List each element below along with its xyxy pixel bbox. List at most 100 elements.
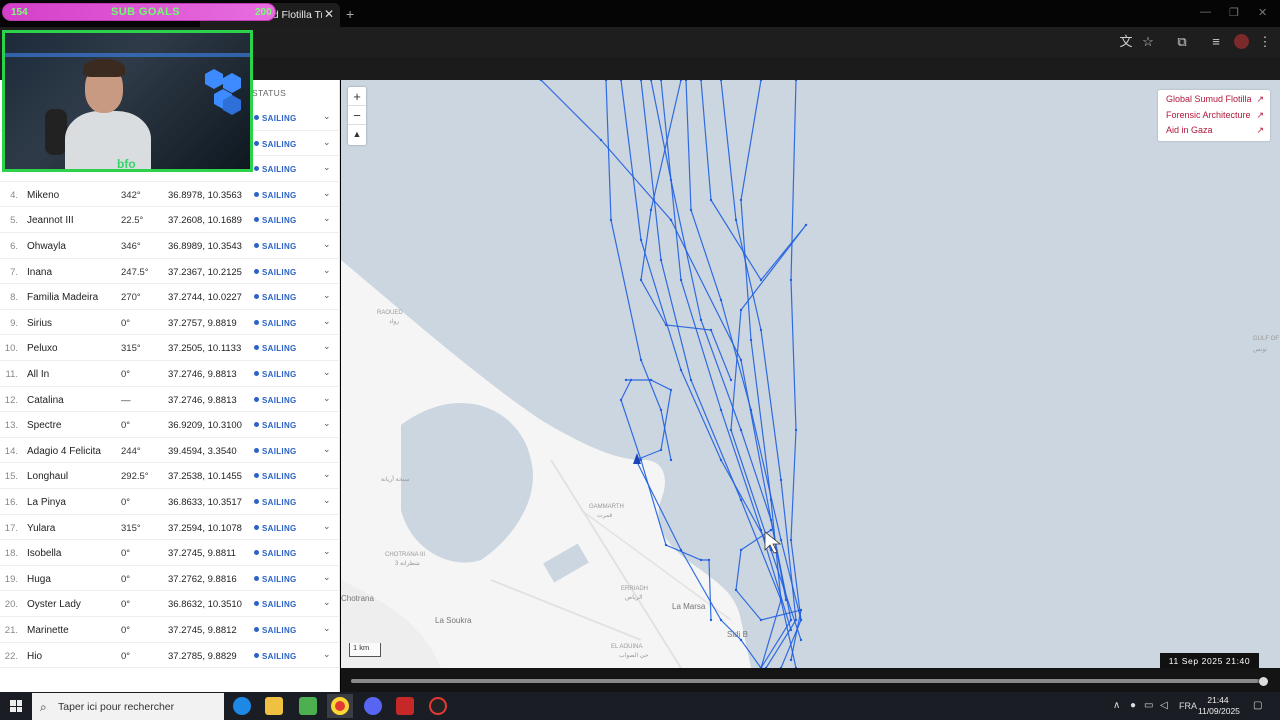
vessel-track [740, 80, 782, 668]
translate-icon[interactable]: 文 [1118, 34, 1134, 50]
chevron-down-icon[interactable]: ⌄ [323, 469, 331, 480]
external-links: Global Sumud Flotilla ↗ Forensic Architec… [1158, 90, 1270, 141]
chevron-down-icon[interactable]: ⌄ [323, 521, 331, 532]
track-point [784, 598, 788, 602]
place-la-marsa: La Marsa [672, 602, 706, 611]
chrome-icon[interactable] [331, 697, 349, 715]
restore-button[interactable]: ❐ [1229, 6, 1239, 19]
minimize-button[interactable]: — [1200, 6, 1211, 18]
chevron-down-icon[interactable]: ⌄ [323, 111, 331, 122]
vessel-row[interactable]: 7. Inana 247.5° 37.2367, 10.2125 SAILING ⌄ [0, 259, 340, 285]
map-view[interactable]: + − ▲ Global Sumud Flotilla ↗ Forensic Ar… [341, 80, 1280, 668]
chevron-down-icon[interactable]: ⌄ [323, 572, 331, 583]
zoom-in-button[interactable]: + [348, 87, 366, 106]
zoom-out-button[interactable]: − [348, 106, 366, 125]
vessel-name: Inana [27, 266, 53, 278]
menu-kebab-icon[interactable]: ⋮ [1257, 34, 1273, 50]
row-number: 19. [4, 573, 18, 585]
chevron-down-icon[interactable]: ⌄ [323, 162, 331, 173]
vessel-row[interactable]: 6. Ohwayla 346° 36.8989, 10.3543 SAILING ⌄ [0, 233, 340, 259]
chevron-down-icon[interactable]: ⌄ [323, 137, 331, 148]
chevron-down-icon[interactable]: ⌄ [323, 546, 331, 557]
chevron-down-icon[interactable]: ⌄ [323, 265, 331, 276]
vessel-row[interactable]: 17. Yulara 315° 37.2594, 10.1078 SAILING ⌄ [0, 515, 340, 541]
vessel-row[interactable]: 19. Huga 0° 37.2762, 9.8816 SAILING ⌄ [0, 566, 340, 592]
vessel-name: Familia Madeira [27, 292, 99, 304]
profile-avatar[interactable] [1234, 34, 1249, 49]
chevron-down-icon[interactable]: ⌄ [323, 623, 331, 634]
discord-icon[interactable] [364, 697, 382, 715]
track-point [779, 538, 783, 542]
taskbar-search[interactable]: ⌕ Taper ici pour rechercher [32, 693, 224, 720]
window-close-button[interactable]: ✕ [1258, 6, 1267, 19]
vessel-name: Oyster Lady [27, 599, 81, 611]
chevron-down-icon[interactable]: ⌄ [323, 418, 331, 429]
clock-date: 11/09/2025 [1198, 706, 1240, 716]
place-el-aouina-ar: حي الصواب [619, 653, 649, 659]
network-icon[interactable]: ▭ [1144, 700, 1153, 711]
volume-icon[interactable]: ◁ [1160, 700, 1168, 711]
edge-icon[interactable] [233, 697, 251, 715]
track-point [719, 408, 723, 412]
windows-start-icon[interactable] [10, 700, 22, 712]
tab-close-icon[interactable]: ✕ [324, 7, 334, 21]
status-badge: SAILING [254, 652, 297, 661]
track-point [699, 558, 703, 562]
vessel-row[interactable]: 18. Isobella 0° 37.2745, 9.8811 SAILING ⌄ [0, 540, 340, 566]
chevron-down-icon[interactable]: ⌄ [323, 367, 331, 378]
vessel-row[interactable]: 21. Marinette 0° 37.2745, 9.8812 SAILING ⌄ [0, 617, 340, 643]
chevron-down-icon[interactable]: ⌄ [323, 316, 331, 327]
chevron-down-icon[interactable]: ⌄ [323, 495, 331, 506]
chevron-down-icon[interactable]: ⌄ [323, 393, 331, 404]
vessel-row[interactable]: 20. Oyster Lady 0° 36.8632, 10.3510 SAILING ⌄ [0, 591, 340, 617]
vessel-row[interactable]: 5. Jeannot III 22.5° 37.2608, 10.1689 SAILIN… [0, 207, 340, 233]
streaming-app-icon[interactable] [396, 697, 414, 715]
vessel-row[interactable]: 12. Catalina — 37.2746, 9.8813 SAILING ⌄ [0, 387, 340, 413]
vessel-name: Yulara [27, 522, 56, 534]
track-point [749, 338, 753, 342]
bookmark-star-icon[interactable]: ☆ [1140, 34, 1156, 50]
link-aid-in-gaza[interactable]: Aid in Gaza ↗ [1158, 123, 1270, 139]
extensions-icon[interactable]: ⧉ [1174, 34, 1190, 50]
vessel-row[interactable]: 8. Familia Madeira 270° 37.2744, 10.0227 SAI… [0, 284, 340, 310]
row-number: 10. [4, 343, 18, 355]
media-control-icon[interactable]: ≡ [1208, 34, 1224, 50]
compass-reset-icon[interactable]: ▲ [348, 125, 366, 144]
vessel-row[interactable]: 16. La Pinya 0° 36.8633, 10.3517 SAILING ⌄ [0, 489, 340, 515]
sub-goals-bar: 154 SUB GOALS 200 [2, 3, 276, 21]
vessel-row[interactable]: 22. Hio 0° 37.2785, 9.8829 SAILING ⌄ [0, 643, 340, 669]
chevron-down-icon[interactable]: ⌄ [323, 341, 331, 352]
status-dot [254, 294, 259, 300]
vessel-row[interactable]: 10. Peluxo 315° 37.2505, 10.1133 SAILING ⌄ [0, 335, 340, 361]
store-icon[interactable] [299, 697, 317, 715]
chevron-down-icon[interactable]: ⌄ [323, 597, 331, 608]
taskbar-clock[interactable]: 21:44 11/09/2025 [1198, 695, 1240, 717]
new-tab-button[interactable]: + [346, 6, 354, 22]
link-global-sumud-flotilla[interactable]: Global Sumud Flotilla ↗ [1158, 92, 1270, 108]
vessel-track [640, 80, 732, 381]
file-explorer-icon[interactable] [265, 697, 283, 715]
vessel-row[interactable]: 14. Adagio 4 Felicita 244° 39.4594, 3.3540 S… [0, 438, 340, 464]
chevron-down-icon[interactable]: ⌄ [323, 188, 331, 199]
vessel-row[interactable]: 4. Mikeno 342° 36.8978, 10.3563 SAILING ⌄ [0, 182, 340, 208]
track-point [769, 518, 773, 522]
vessel-row[interactable]: 9. Sirius 0° 37.2757, 9.8819 SAILING ⌄ [0, 310, 340, 336]
notifications-icon[interactable]: ▢ [1253, 700, 1262, 711]
vessel-row[interactable]: 13. Spectre 0° 36.9209, 10.3100 SAILING ⌄ [0, 412, 340, 438]
tray-expand-icon[interactable]: ∧ [1113, 700, 1120, 711]
vessel-track [620, 379, 642, 461]
chevron-down-icon[interactable]: ⌄ [323, 290, 331, 301]
chevron-down-icon[interactable]: ⌄ [323, 444, 331, 455]
microphone-icon[interactable]: ● [1130, 700, 1136, 711]
vessel-row[interactable]: 11. All In 0° 37.2746, 9.8813 SAILING ⌄ [0, 361, 340, 387]
obs-icon[interactable] [429, 697, 447, 715]
link-forensic-architecture[interactable]: Forensic Architecture ↗ [1158, 108, 1270, 124]
chevron-down-icon[interactable]: ⌄ [323, 213, 331, 224]
timeline-scrubber[interactable] [1259, 677, 1268, 686]
timeline-track[interactable] [351, 679, 1263, 683]
chevron-down-icon[interactable]: ⌄ [323, 649, 331, 660]
chevron-down-icon[interactable]: ⌄ [323, 239, 331, 250]
vessel-name: Spectre [27, 420, 62, 432]
vessel-row[interactable]: 15. Longhaul 292.5° 37.2538, 10.1455 SAILING… [0, 463, 340, 489]
language-indicator[interactable]: FRA [1179, 701, 1197, 711]
